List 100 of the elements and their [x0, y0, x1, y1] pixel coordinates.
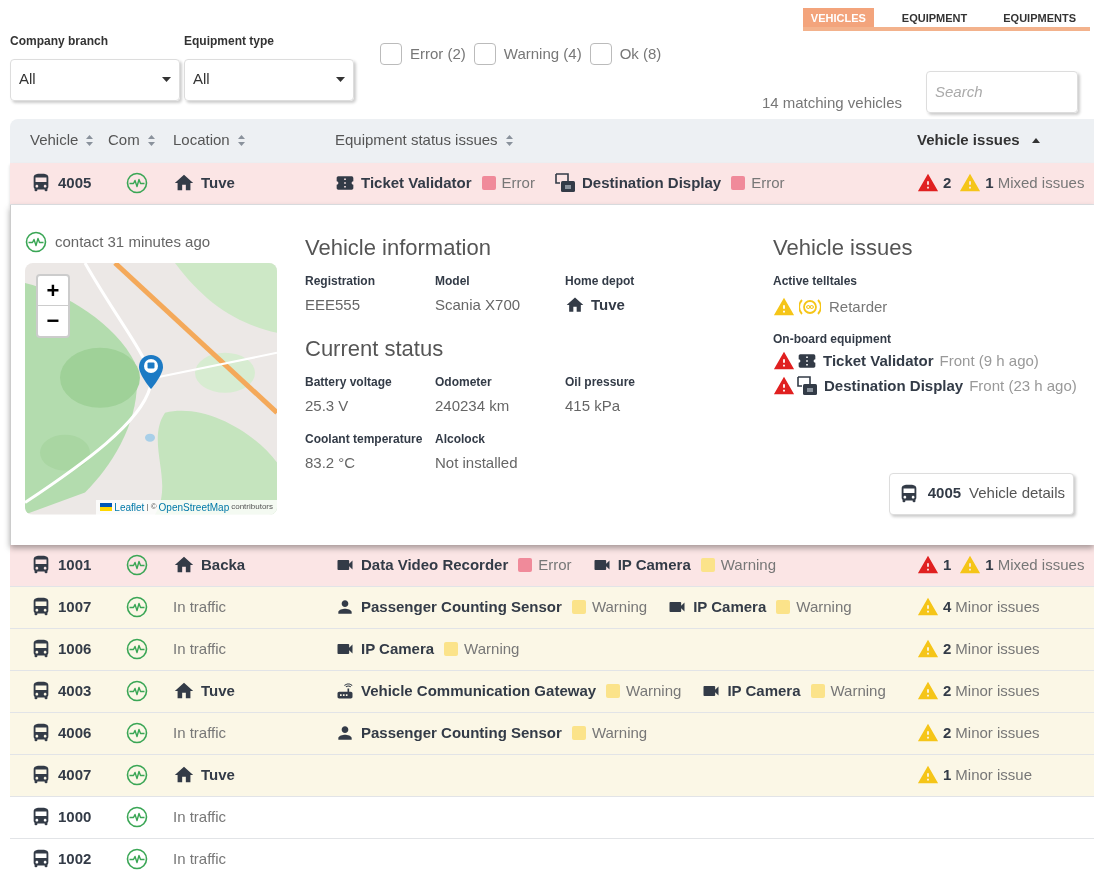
field-value: Not installed: [435, 452, 519, 473]
table-row[interactable]: 4006 In traffic Passenger Counting Sensor Warning 2 Minor issues: [10, 712, 1094, 755]
equipment-name: Ticket Validator: [361, 172, 472, 193]
equipment-name: Ticket Validator: [823, 351, 934, 371]
heartbeat-icon: [126, 722, 148, 744]
sort-icon[interactable]: [147, 135, 155, 146]
vehicle-number: 4007: [58, 764, 92, 785]
select-field[interactable]: All: [184, 58, 354, 101]
status-text: Warning: [830, 680, 886, 701]
column-header[interactable]: Vehicle: [30, 129, 79, 152]
warning-count: 2: [943, 680, 952, 701]
field-value: 83.2 °C: [305, 452, 357, 473]
map[interactable]: + − Leaflet | © OpenStreetMap contributors: [25, 263, 277, 515]
sort-ascending-icon[interactable]: [1031, 138, 1040, 143]
table-row[interactable]: 4003 Tuve Vehicle Communication Gateway Warning IP Camera Warning 2 Minor issues: [10, 670, 1094, 713]
caret-icon: [162, 77, 171, 82]
field-label: Home depot: [565, 272, 636, 290]
warning-icon: [917, 596, 939, 618]
warning-icon: [917, 172, 939, 194]
column-header[interactable]: Location: [173, 129, 230, 152]
issues-summary: Minor issues: [955, 680, 1040, 701]
vehicle-number: 4005: [927, 483, 962, 504]
location-text: In traffic: [173, 807, 227, 825]
table-row[interactable]: 1001 Backa Data Video Recorder Error IP Camera Warning 1 1 Mixed issues: [10, 544, 1094, 587]
location-text: Tuve: [201, 680, 235, 701]
equipment-name: IP Camera: [727, 680, 801, 701]
contact-text: contact 31 minutes ago: [55, 231, 211, 252]
location-text: Tuve: [201, 764, 235, 785]
heartbeat-icon: [126, 680, 148, 702]
issues-summary: Mixed issues: [997, 172, 1085, 193]
leaflet-link[interactable]: Leaflet: [114, 499, 145, 515]
zoom-in-button[interactable]: +: [38, 276, 68, 306]
table-row[interactable]: 4007 Tuve 1 Minor issue: [10, 754, 1094, 797]
location-text: In traffic: [173, 723, 227, 741]
section-title: Vehicle issues: [773, 233, 914, 262]
column-header[interactable]: Com: [108, 129, 140, 152]
field-value: EEE555: [305, 294, 362, 315]
status-text: Warning: [796, 596, 852, 617]
heartbeat-icon: [126, 848, 148, 870]
warning-icon: [959, 554, 982, 576]
match-count: 14 matching vehicles: [761, 92, 902, 113]
heartbeat-icon: [25, 230, 47, 253]
status-text: Warning: [464, 638, 520, 659]
filter-checkbox[interactable]: Error (2): [380, 42, 466, 65]
field-label: Oil pressure: [565, 374, 637, 391]
vehicle-number: 4003: [58, 680, 92, 701]
vehicle-details-button[interactable]: 4005 Vehicle details: [888, 472, 1074, 515]
equipment-name: Passenger Counting Sensor: [361, 596, 562, 617]
button-label: Vehicle details: [969, 483, 1065, 504]
subsection-label: On-board equipment: [773, 331, 892, 348]
telltale-name: Retarder: [829, 296, 888, 317]
status-text: Warning: [626, 680, 682, 701]
tab[interactable]: EQUIPMENT: [893, 8, 976, 27]
warning-count: 2: [943, 638, 952, 659]
vehicle-number: 4006: [58, 722, 92, 743]
select-label: Equipment type: [184, 32, 275, 50]
heartbeat-icon: [126, 638, 148, 660]
vehicle-number: 1002: [58, 848, 92, 869]
column-header[interactable]: Vehicle issues: [917, 129, 1020, 152]
error-count: 2: [943, 172, 952, 193]
heartbeat-icon: [126, 554, 148, 576]
heartbeat-icon: [126, 764, 148, 786]
search-field[interactable]: Search: [926, 70, 1078, 113]
field-label: Odometer: [435, 374, 493, 391]
warning-count: 4: [943, 596, 952, 617]
field-value: Scania X700: [435, 294, 522, 315]
field-value: 240234 km: [435, 396, 511, 416]
status-text: Warning: [591, 722, 648, 743]
filter-checkbox[interactable]: Ok (8): [589, 42, 662, 65]
equipment-name: IP Camera: [693, 596, 767, 617]
equipment-name: Destination Display: [824, 375, 964, 396]
table-row[interactable]: 1007 In traffic Passenger Counting Sensor Warning IP Camera Warning 4 Minor issues: [10, 586, 1094, 629]
subsection-label: Active telltales: [773, 272, 859, 290]
sort-icon[interactable]: [505, 135, 513, 146]
router-icon: [335, 681, 355, 701]
location-text: Backa: [201, 554, 246, 575]
table-row[interactable]: 1006 In traffic IP Camera Warning 2 Minor issues: [10, 628, 1094, 671]
status-text: Error: [538, 554, 572, 575]
section-title: Current status: [305, 335, 445, 363]
field-value: 25.3 V: [305, 396, 350, 416]
location-text: In traffic: [173, 597, 227, 615]
issues-summary: Minor issues: [955, 596, 1040, 617]
select-field[interactable]: All: [10, 58, 180, 101]
location-text: Tuve: [201, 172, 235, 193]
sort-icon[interactable]: [86, 135, 94, 146]
zoom-out-button[interactable]: −: [38, 306, 68, 336]
issues-summary: Minor issues: [955, 722, 1040, 743]
filter-checkbox[interactable]: Warning (4): [473, 42, 582, 65]
issues-summary: Minor issues: [955, 638, 1040, 659]
tab[interactable]: EQUIPMENTS: [995, 8, 1084, 27]
sort-icon[interactable]: [237, 135, 245, 146]
heartbeat-icon: [126, 172, 148, 194]
openstreetmap-link[interactable]: OpenStreetMap: [158, 499, 230, 515]
table-row[interactable]: 4005 Tuve Ticket Validator Error Destination Display Error 2 1 Mixed issues: [10, 162, 1094, 205]
field-value: 415 kPa: [565, 396, 622, 416]
display-icon: [797, 375, 818, 396]
error-count: 1: [943, 554, 952, 575]
issues-summary: Mixed issues: [997, 554, 1085, 575]
column-header[interactable]: Equipment status issues: [335, 129, 498, 152]
section-title: Vehicle information: [305, 233, 492, 262]
